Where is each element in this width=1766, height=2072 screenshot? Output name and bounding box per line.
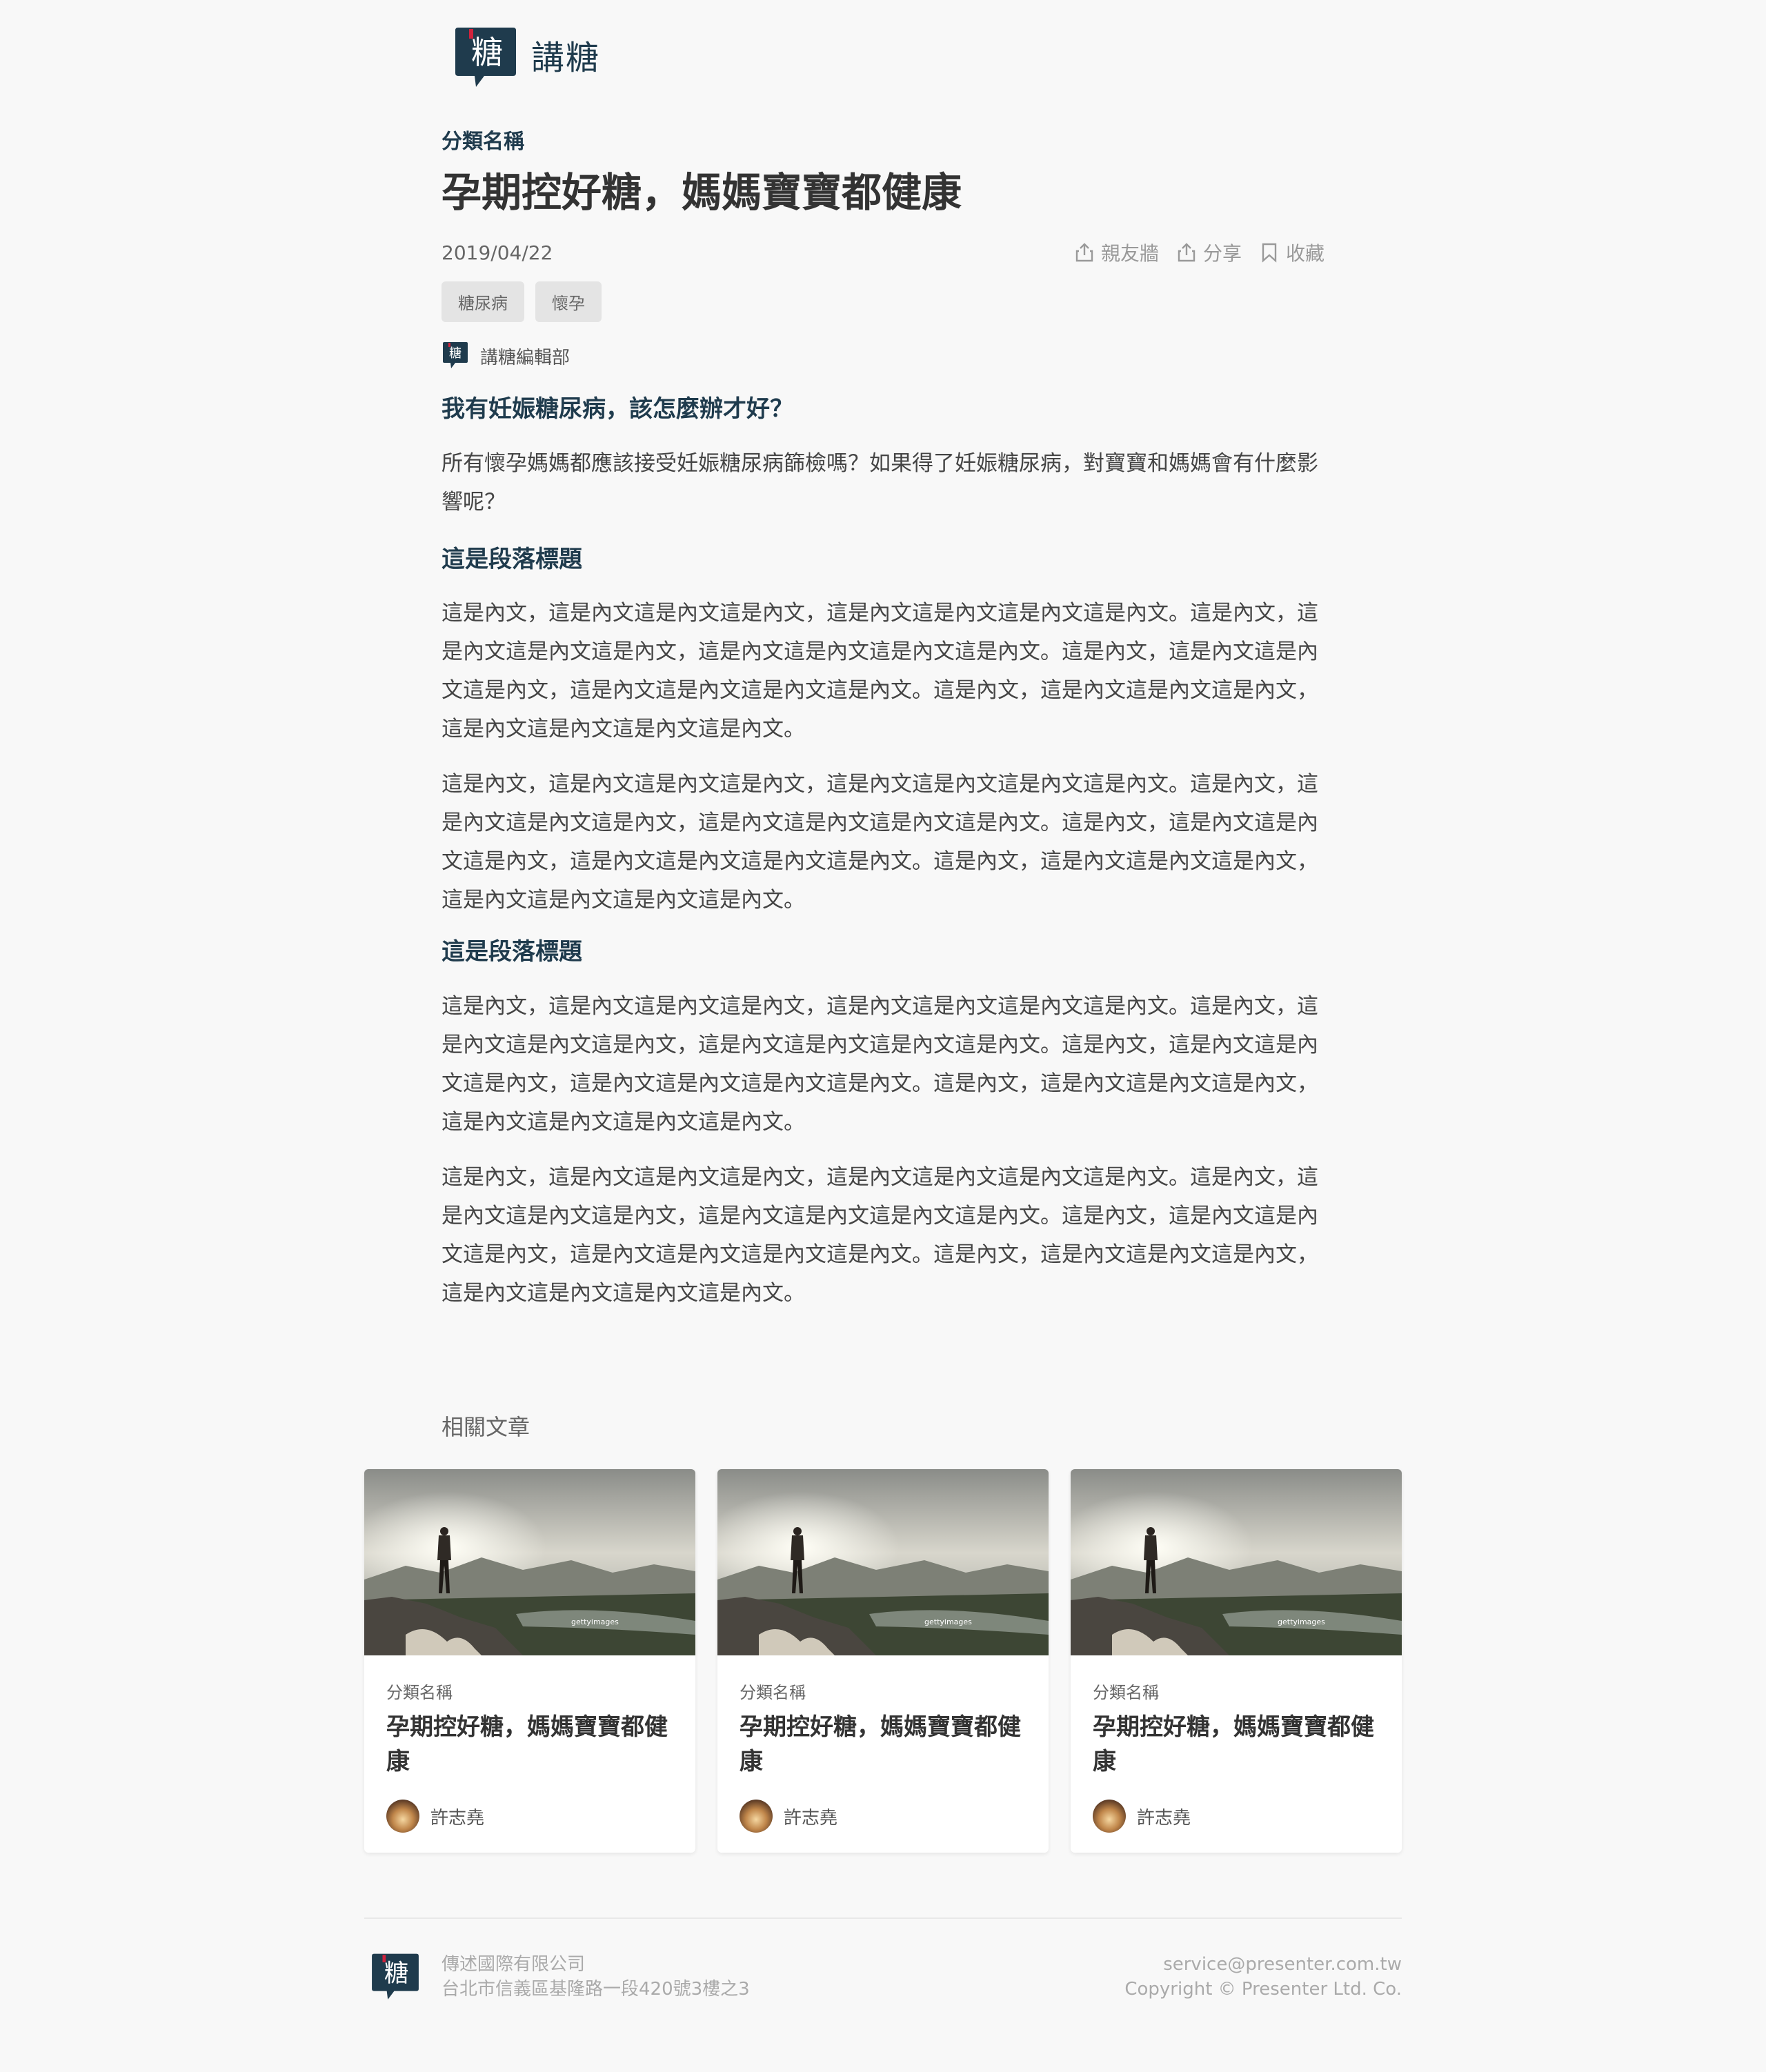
article-thumbnail: gettyimages xyxy=(1071,1469,1402,1655)
copyright: Copyright © Presenter Ltd. Co. xyxy=(1124,1979,1402,2000)
logo-char: 糖 xyxy=(471,34,503,71)
related-article-card[interactable]: gettyimages 分類名稱 孕期控好糖，媽媽寶寶都健康 許志堯 xyxy=(1071,1469,1402,1853)
share-upload-icon xyxy=(1075,243,1093,262)
bookmark-icon xyxy=(1262,243,1277,263)
svg-text:gettyimages: gettyimages xyxy=(571,1617,619,1626)
tag-pregnancy[interactable]: 懷孕 xyxy=(535,281,602,322)
author-name: 講糖編輯部 xyxy=(480,347,571,368)
card-author-name: 許志堯 xyxy=(1137,1807,1191,1829)
avatar xyxy=(386,1800,419,1833)
article-content: 我有妊娠糖尿病，該怎麼辦才好？ 所有懷孕媽媽都應該接受妊娠糖尿病篩檢嗎？如果得了… xyxy=(442,393,1324,1329)
card-author: 許志堯 xyxy=(740,1800,1026,1833)
section-paragraph: 這是內文，這是內文這是內文這是內文，這是內文這是內文這是內文這是內文。這是內文，… xyxy=(442,601,1318,742)
card-author: 許志堯 xyxy=(1093,1800,1380,1833)
card-category: 分類名稱 xyxy=(386,1683,453,1702)
share-to-friends-button[interactable]: 親友牆 xyxy=(1073,239,1159,266)
svg-text:糖: 糖 xyxy=(449,346,462,361)
share-to-friends-label: 親友牆 xyxy=(1100,242,1159,265)
tag-diabetes[interactable]: 糖尿病 xyxy=(442,281,524,322)
svg-text:糖: 糖 xyxy=(384,1960,408,1988)
card-author-name: 許志堯 xyxy=(784,1807,838,1829)
company-address: 台北市信義區基隆路一段420號3樓之3 xyxy=(442,1979,750,2000)
card-category: 分類名稱 xyxy=(740,1683,806,1702)
footer-company-info: 傳述國際有限公司 台北市信義區基隆路一段420號3樓之3 xyxy=(442,1952,750,2002)
bookmark-label: 收藏 xyxy=(1285,242,1324,265)
card-title: 孕期控好糖，媽媽寶寶都健康 xyxy=(1093,1713,1374,1775)
article-thumbnail: gettyimages xyxy=(364,1469,695,1655)
related-article-card[interactable]: gettyimages 分類名稱 孕期控好糖，媽媽寶寶都健康 許志堯 xyxy=(364,1469,695,1853)
related-articles-title: 相關文章 xyxy=(442,1414,530,1440)
card-category: 分類名稱 xyxy=(1093,1683,1159,1702)
card-author: 許志堯 xyxy=(386,1800,673,1833)
footer-logo-icon[interactable]: 糖 xyxy=(370,1951,421,2002)
article-author[interactable]: 糖 講糖編輯部 xyxy=(442,341,570,371)
svg-text:gettyimages: gettyimages xyxy=(1278,1617,1325,1626)
tag-list: 糖尿病 懷孕 xyxy=(442,281,602,322)
section-paragraph: 這是內文，這是內文這是內文這是內文，這是內文這是內文這是內文這是內文。這是內文，… xyxy=(442,1164,1318,1306)
brand-name[interactable]: 講糖 xyxy=(531,30,600,79)
article-thumbnail: gettyimages xyxy=(717,1469,1049,1655)
intro-heading: 我有妊娠糖尿病，該怎麼辦才好？ xyxy=(442,395,793,423)
article-category[interactable]: 分類名稱 xyxy=(442,124,524,155)
avatar xyxy=(1093,1800,1126,1833)
related-article-card[interactable]: gettyimages 分類名稱 孕期控好糖，媽媽寶寶都健康 許志堯 xyxy=(717,1469,1049,1853)
card-title: 孕期控好糖，媽媽寶寶都健康 xyxy=(740,1713,1021,1775)
section-paragraph: 這是內文，這是內文這是內文這是內文，這是內文這是內文這是內文這是內文。這是內文，… xyxy=(442,772,1318,913)
share-label: 分享 xyxy=(1202,242,1242,265)
article-actions: 親友牆 分享 收藏 xyxy=(1073,239,1324,266)
author-avatar-icon: 糖 xyxy=(443,342,468,368)
share-button[interactable]: 分享 xyxy=(1175,239,1242,266)
related-articles-list: gettyimages 分類名稱 孕期控好糖，媽媽寶寶都健康 許志堯 getty… xyxy=(364,1469,1402,1853)
footer-divider xyxy=(364,1917,1402,1919)
company-name: 傳述國際有限公司 xyxy=(442,1954,586,1975)
footer-contact: service@presenter.com.tw Copyright © Pre… xyxy=(1124,1952,1402,2002)
section-paragraph: 這是內文，這是內文這是內文這是內文，這是內文這是內文這是內文這是內文。這是內文，… xyxy=(442,993,1318,1135)
article-title: 孕期控好糖，媽媽寶寶都健康 xyxy=(442,169,962,216)
article-date: 2019/04/22 xyxy=(442,241,553,264)
section-heading: 這是段落標題 xyxy=(442,545,582,573)
brand-logo-icon[interactable]: 糖 xyxy=(453,23,519,90)
card-author-name: 許志堯 xyxy=(430,1807,485,1829)
section-heading: 這是段落標題 xyxy=(442,938,582,966)
intro-paragraph: 所有懷孕媽媽都應該接受妊娠糖尿病篩檢嗎？如果得了妊娠糖尿病，對寶寶和媽媽會有什麼… xyxy=(442,450,1318,515)
avatar xyxy=(740,1800,773,1833)
bookmark-button[interactable]: 收藏 xyxy=(1258,239,1324,266)
contact-email[interactable]: service@presenter.com.tw xyxy=(1124,1952,1402,1977)
svg-text:gettyimages: gettyimages xyxy=(924,1617,972,1626)
card-title: 孕期控好糖，媽媽寶寶都健康 xyxy=(386,1713,668,1775)
share-icon xyxy=(1178,243,1195,262)
